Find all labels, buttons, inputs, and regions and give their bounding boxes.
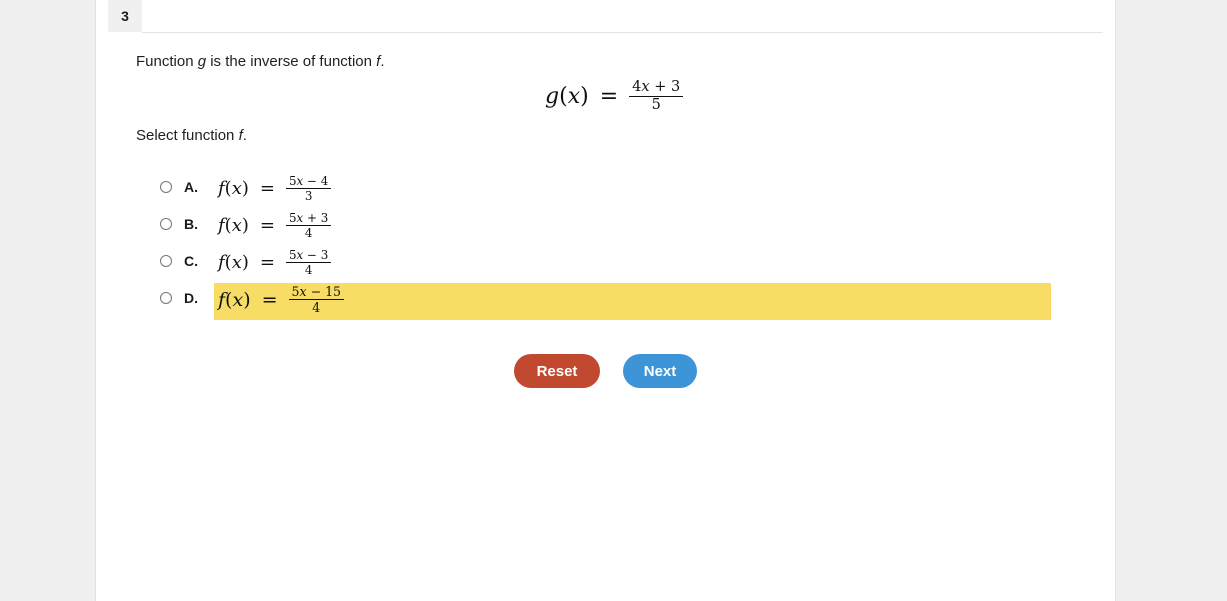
choice-b-open-paren: ( <box>224 215 232 237</box>
choice-b-numerator-constant: 3 <box>320 211 329 225</box>
select-text-before: Select function <box>136 127 239 144</box>
choice-c-numerator-operator: − <box>307 248 317 262</box>
choice-d-numerator-operator: − <box>310 284 322 299</box>
choice-c-argument: x <box>231 252 242 274</box>
choice-a-equals-sign: = <box>259 178 275 200</box>
equation-equals-sign: = <box>599 84 619 110</box>
choice-equation-c: f(x) = 5x − 34 <box>218 249 332 277</box>
choice-c-numerator-coefficient: 5 <box>288 248 297 262</box>
answer-choice-b[interactable]: B. f(x) = 5x + 34 <box>96 209 1115 246</box>
choice-c-close-paren: ) <box>241 252 249 274</box>
equation-argument: x <box>567 84 581 110</box>
prompt-variable-g: g <box>197 53 207 70</box>
answer-choice-list: A. f(x) = 5x − 43 B. f(x) = 5x + 34 C. f(x) =… <box>96 172 1115 320</box>
radio-choice-a[interactable] <box>160 181 172 193</box>
choice-d-numerator: 5x − 15 <box>289 285 344 299</box>
equation-close-paren: ) <box>580 84 589 110</box>
next-button[interactable]: Next <box>623 354 697 388</box>
tab-strip: 3 <box>96 0 1103 34</box>
reset-button[interactable]: Reset <box>514 354 600 388</box>
choice-b-numerator-variable: x <box>296 211 304 225</box>
equation-fraction: 4x + 3 5 <box>629 79 684 113</box>
button-bar: Reset Next <box>96 354 1115 394</box>
answer-choice-d[interactable]: D. f(x) = 5x − 15 4 <box>96 283 1115 320</box>
choice-a-numerator: 5x − 4 <box>286 175 331 188</box>
choice-c-function-name: f <box>218 252 225 274</box>
choice-letter-b: B. <box>184 216 198 232</box>
choice-a-numerator-variable: x <box>296 174 304 188</box>
choice-b-function-name: f <box>218 215 225 237</box>
choice-a-numerator-operator: − <box>307 174 317 188</box>
prompt-text-before: Function <box>136 53 198 70</box>
choice-letter-a: A. <box>184 179 198 195</box>
choice-c-numerator-constant: 3 <box>320 248 329 262</box>
choice-b-fraction: 5x + 34 <box>285 212 332 240</box>
choice-a-function-name: f <box>218 178 225 200</box>
quiz-panel: 3 Function g is the inverse of function … <box>95 0 1116 601</box>
choice-letter-c: C. <box>184 253 198 269</box>
choice-c-numerator: 5x − 3 <box>286 249 331 262</box>
choice-d-denominator: 4 <box>288 299 345 314</box>
choice-c-equals-sign: = <box>259 252 275 274</box>
equation-numerator: 4x + 3 <box>629 79 683 96</box>
select-text-after: . <box>242 127 247 144</box>
choice-d-argument: x <box>232 288 244 311</box>
question-prompt: Function g is the inverse of function f. <box>136 53 384 70</box>
equation-function-name: g <box>545 84 560 110</box>
choice-c-open-paren: ( <box>224 252 232 274</box>
choice-b-equals-sign: = <box>259 215 275 237</box>
choice-d-numerator-variable: x <box>299 284 307 299</box>
answer-choice-a[interactable]: A. f(x) = 5x − 43 <box>96 172 1115 209</box>
choice-d-function-name: f <box>218 288 226 311</box>
choice-b-numerator-coefficient: 5 <box>288 211 297 225</box>
choice-a-close-paren: ) <box>241 178 249 200</box>
choice-d-fraction: 5x − 15 4 <box>288 285 345 314</box>
prompt-text-middle: is the inverse of function <box>206 53 377 70</box>
choice-b-numerator-operator: + <box>307 211 317 225</box>
choice-b-close-paren: ) <box>241 215 249 237</box>
choice-a-numerator-constant: 4 <box>320 174 329 188</box>
given-function-equation: g(x) = 4x + 3 5 <box>545 79 684 113</box>
choice-a-open-paren: ( <box>224 178 232 200</box>
select-instruction: Select function f. <box>136 127 247 144</box>
equation-numerator-operator: + <box>654 79 667 95</box>
choice-d-numerator-coefficient: 5 <box>291 284 300 299</box>
radio-choice-c[interactable] <box>160 255 172 267</box>
choice-b-denominator: 4 <box>285 225 332 240</box>
choice-equation-b: f(x) = 5x + 34 <box>218 212 332 240</box>
radio-choice-d[interactable] <box>160 292 172 304</box>
choice-b-argument: x <box>231 215 242 237</box>
choice-b-numerator: 5x + 3 <box>286 212 331 225</box>
choice-a-fraction: 5x − 43 <box>285 175 332 203</box>
tab-question-3[interactable]: 3 <box>108 0 142 32</box>
choice-d-close-paren: ) <box>243 288 251 311</box>
choice-d-open-paren: ( <box>225 288 233 311</box>
choice-d-numerator-constant: 15 <box>325 284 342 299</box>
equation-numerator-constant: 3 <box>671 79 681 95</box>
choice-c-denominator: 4 <box>285 262 332 277</box>
choice-d-equals-sign: = <box>261 288 278 311</box>
choice-c-fraction: 5x − 34 <box>285 249 332 277</box>
radio-choice-b[interactable] <box>160 218 172 230</box>
equation-open-paren: ( <box>559 84 568 110</box>
choice-equation-d: f(x) = 5x − 15 4 <box>218 285 345 314</box>
equation-numerator-variable: x <box>641 79 650 95</box>
choice-letter-d: D. <box>184 290 198 306</box>
choice-a-argument: x <box>231 178 242 200</box>
equation-numerator-coefficient: 4 <box>632 79 642 95</box>
prompt-text-after: . <box>380 53 385 70</box>
choice-equation-a: f(x) = 5x − 43 <box>218 175 332 203</box>
tab-underline-divider <box>142 32 1103 33</box>
choice-a-denominator: 3 <box>285 188 332 203</box>
choice-c-numerator-variable: x <box>296 248 304 262</box>
choice-a-numerator-coefficient: 5 <box>288 174 297 188</box>
equation-denominator: 5 <box>629 96 684 113</box>
answer-choice-c[interactable]: C. f(x) = 5x − 34 <box>96 246 1115 283</box>
